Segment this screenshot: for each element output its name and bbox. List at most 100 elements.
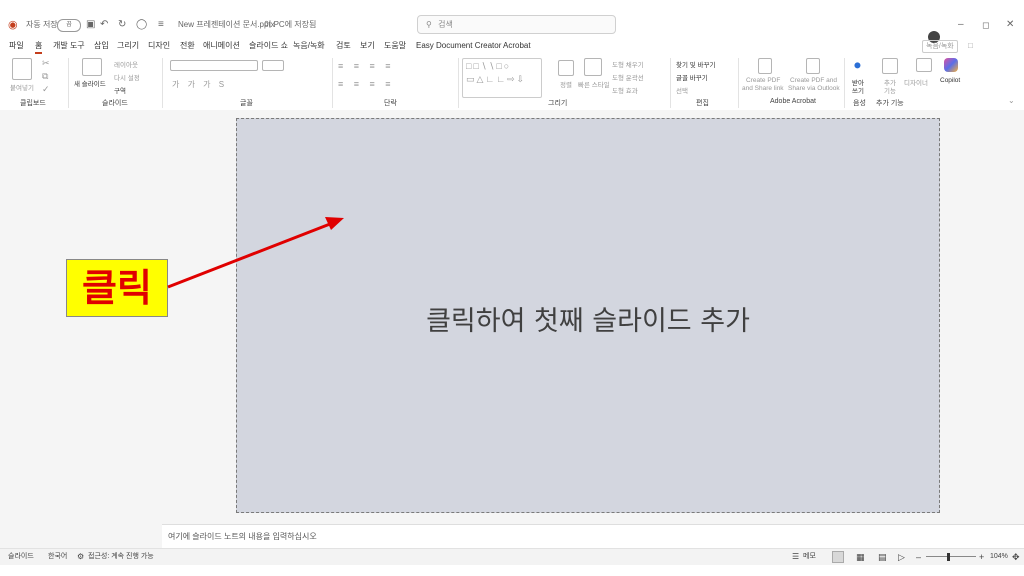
font-format-buttons[interactable]: 가 가 가 S	[172, 79, 227, 90]
create-pdf-link-label-2[interactable]: and Share link	[742, 85, 784, 92]
shape-outline-button[interactable]: 도형 윤곽선	[612, 72, 644, 82]
cut-icon[interactable]: ✂	[42, 58, 50, 69]
zoom-slider[interactable]	[926, 556, 976, 557]
tab-transitions[interactable]: 전환	[180, 38, 195, 54]
group-voice: 음성	[853, 100, 866, 107]
zoom-out-icon[interactable]: –	[916, 549, 921, 565]
slide-thumbnail-pane[interactable]	[0, 110, 162, 548]
undo-icon[interactable]: ↶	[100, 12, 108, 38]
zoom-level[interactable]: 104%	[990, 549, 1008, 565]
restore-icon[interactable]: ◻	[982, 12, 989, 38]
tab-design[interactable]: 디자인	[148, 38, 170, 54]
reset-button[interactable]: 다시 설정	[114, 72, 140, 82]
tab-record[interactable]: 녹음/녹화	[293, 38, 325, 54]
pdf-outlook-icon[interactable]	[806, 58, 820, 74]
create-pdf-outlook-label-2[interactable]: Share via Outlook	[788, 85, 840, 92]
copilot-label[interactable]: Copilot	[940, 77, 960, 84]
tab-slideshow[interactable]: 슬라이드 쇼	[249, 38, 288, 54]
slide-sorter-icon[interactable]: ▦	[856, 549, 865, 565]
record-button[interactable]: 녹음/녹화	[922, 40, 958, 53]
notes-placeholder[interactable]: 여기에 슬라이드 노트의 내용을 입력하십시오	[168, 531, 317, 542]
addins-icon[interactable]	[882, 58, 898, 74]
group-editing: 편집	[696, 100, 709, 107]
tab-acrobat[interactable]: Acrobat	[503, 38, 531, 54]
tab-developer[interactable]: 개발 도구	[53, 38, 85, 54]
status-bar: 슬라이드 한국어 ⚙ 접근성: 계속 진행 가능 ☰ 메모 ▦ ▤ ▷ – + …	[0, 548, 1024, 565]
customize-qat-icon[interactable]: ≡	[158, 12, 164, 38]
shape-effects-button[interactable]: 도형 효과	[612, 85, 638, 95]
tab-draw[interactable]: 그리기	[117, 38, 139, 54]
redo-icon[interactable]: ↻	[118, 12, 126, 38]
group-drawing: 그리기	[548, 100, 568, 107]
create-pdf-outlook-label-1[interactable]: Create PDF and	[790, 77, 837, 84]
tab-insert[interactable]: 삽입	[94, 38, 109, 54]
replace-font-button[interactable]: 글꼴 바꾸기	[676, 72, 708, 82]
tab-file[interactable]: 파일	[9, 38, 24, 54]
tab-animations[interactable]: 애니메이션	[203, 38, 240, 54]
normal-view-icon[interactable]	[832, 551, 844, 563]
zoom-in-icon[interactable]: +	[979, 549, 984, 565]
notes-pane[interactable]: 여기에 슬라이드 노트의 내용을 입력하십시오	[162, 524, 1024, 549]
comments-icon[interactable]: □	[968, 38, 973, 54]
ribbon-divider	[670, 58, 671, 108]
autosave-toggle[interactable]: 끔	[57, 19, 81, 32]
font-name-input[interactable]	[170, 60, 258, 71]
shape-fill-button[interactable]: 도형 채우기	[612, 59, 644, 69]
fit-to-window-icon[interactable]: ✥	[1012, 549, 1020, 565]
ribbon-divider	[738, 58, 739, 108]
create-pdf-link-label-1[interactable]: Create PDF	[746, 77, 780, 84]
addins-label-2[interactable]: 기능	[884, 85, 896, 95]
tab-view[interactable]: 보기	[360, 38, 375, 54]
pdf-link-icon[interactable]	[758, 58, 772, 74]
new-slide-label[interactable]: 새 슬라이드	[74, 78, 106, 88]
font-size-input[interactable]	[262, 60, 284, 71]
arrange-label[interactable]: 정렬	[560, 79, 572, 89]
dictate-label-2[interactable]: 쓰기	[852, 85, 864, 95]
new-slide-icon[interactable]	[82, 58, 102, 76]
tab-easy-document-creator[interactable]: Easy Document Creator	[416, 38, 501, 54]
layout-button[interactable]: 레이아웃	[114, 59, 138, 69]
shapes-row-2[interactable]: ▭△∟∟⇨⇩	[466, 74, 526, 85]
copilot-icon[interactable]	[944, 58, 958, 72]
ribbon-divider	[68, 58, 69, 108]
align-buttons[interactable]: ≡ ≡ ≡ ≡	[338, 79, 395, 89]
search-box[interactable]: ⚲ 검색	[417, 15, 616, 34]
start-from-beginning-icon[interactable]: ◯	[136, 12, 147, 38]
close-icon[interactable]: ✕	[1006, 12, 1014, 38]
minimize-icon[interactable]: –	[958, 12, 964, 38]
slide-indicator: 슬라이드	[8, 553, 34, 560]
find-button[interactable]: 찾기 및 바꾸기	[676, 59, 716, 69]
accessibility-status[interactable]: 접근성: 계속 진행 가능	[88, 549, 154, 565]
paste-label[interactable]: 붙여넣기	[10, 82, 34, 92]
reading-view-icon[interactable]: ▤	[878, 549, 887, 565]
paste-icon[interactable]	[12, 58, 32, 80]
add-first-slide-placeholder[interactable]: 클릭하여 첫째 슬라이드 추가	[237, 299, 939, 338]
zoom-slider-thumb[interactable]	[947, 553, 950, 561]
quick-styles-icon[interactable]	[584, 58, 602, 76]
tab-home[interactable]: 홈	[35, 38, 43, 54]
slideshow-icon[interactable]: ▷	[898, 549, 905, 565]
notes-button[interactable]: 메모	[803, 549, 816, 565]
arrange-icon[interactable]	[558, 60, 574, 76]
select-button[interactable]: 선택	[676, 85, 688, 95]
save-location[interactable]: 이 PC에 저장됨	[264, 12, 316, 38]
collapse-ribbon-icon[interactable]: ⌄	[1008, 96, 1015, 105]
group-acrobat: Adobe Acrobat	[770, 98, 816, 105]
format-painter-icon[interactable]: ✓	[42, 84, 50, 95]
ribbon: 붙여넣기 ✂ ⧉ ✓ 클립보드 새 슬라이드 레이아웃 다시 설정 구역 슬라이…	[0, 54, 1024, 111]
list-buttons[interactable]: ≡ ≡ ≡ ≡	[338, 61, 395, 71]
section-button[interactable]: 구역	[114, 85, 126, 95]
tab-review[interactable]: 검토	[336, 38, 351, 54]
copy-icon[interactable]: ⧉	[42, 71, 48, 82]
designer-icon[interactable]	[916, 58, 932, 72]
shapes-row-1[interactable]: □□∖∖□○	[466, 61, 511, 72]
designer-label[interactable]: 디자이너	[904, 77, 928, 87]
ribbon-divider	[332, 58, 333, 108]
group-clipboard: 클립보드	[20, 100, 46, 107]
tab-help[interactable]: 도움말	[384, 38, 406, 54]
quick-styles-label[interactable]: 빠른 스타일	[578, 79, 610, 89]
slide-canvas[interactable]: 클릭하여 첫째 슬라이드 추가	[236, 118, 940, 513]
microphone-icon[interactable]: ⚫	[852, 58, 863, 74]
save-icon[interactable]: ▣	[86, 12, 95, 38]
language-indicator[interactable]: 한국어	[48, 549, 67, 565]
